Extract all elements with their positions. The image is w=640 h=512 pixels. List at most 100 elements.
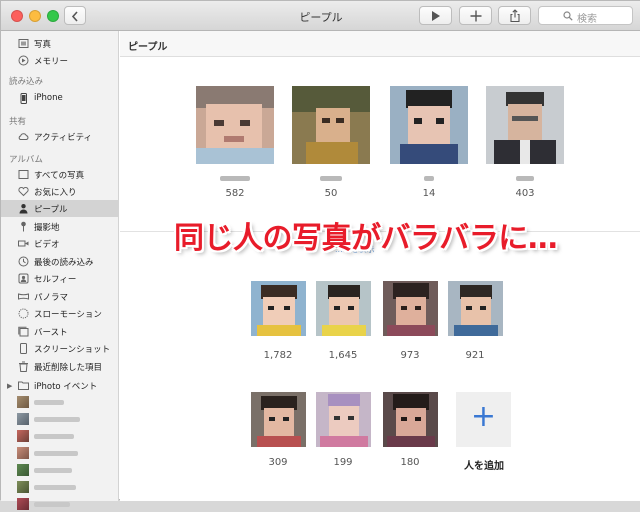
sidebar-item-iphoto-events[interactable]: ▶ iPhoto イベント bbox=[1, 377, 119, 394]
disclosure-triangle-icon[interactable]: ▶ bbox=[7, 382, 12, 390]
blurred-label bbox=[34, 400, 64, 405]
sidebar-item-iphone[interactable]: iPhone bbox=[1, 90, 119, 107]
event-album-row[interactable] bbox=[17, 480, 117, 495]
blurred-name bbox=[516, 176, 534, 181]
panorama-icon bbox=[18, 293, 29, 300]
blurred-name bbox=[424, 176, 434, 181]
clock-icon bbox=[18, 256, 29, 267]
share-button[interactable] bbox=[498, 6, 531, 25]
blurred-label bbox=[34, 468, 72, 473]
person-face-tile[interactable] bbox=[486, 86, 564, 164]
event-thumbnail bbox=[17, 430, 29, 442]
heart-icon bbox=[18, 186, 29, 197]
person-face-tile[interactable] bbox=[316, 281, 371, 336]
photos-window: ピープル 検索 写真 メモリー 読み込み iPhone 共有 アクティビティ ア… bbox=[0, 0, 640, 510]
person-face-tile[interactable] bbox=[251, 281, 306, 336]
sidebar-item-label: メモリー bbox=[34, 57, 69, 67]
event-album-row[interactable] bbox=[17, 446, 117, 461]
sidebar-item-label: ビデオ bbox=[34, 240, 60, 250]
blurred-label bbox=[34, 434, 74, 439]
sidebar-item-label: iPhoto イベント bbox=[34, 382, 98, 392]
annotation-caption: 同じ人の写真がバラバラに… bbox=[174, 221, 558, 256]
event-thumbnail bbox=[17, 413, 29, 425]
sidebar-item-videos[interactable]: ビデオ bbox=[1, 235, 119, 252]
sidebar-item-label: iPhone bbox=[34, 93, 63, 103]
search-icon bbox=[563, 11, 573, 21]
sidebar-item-selfies[interactable]: セルフィー bbox=[1, 270, 119, 287]
cloud-icon bbox=[18, 133, 29, 140]
photo-count: 50 bbox=[324, 188, 338, 199]
sidebar-item-label: 最後の読み込み bbox=[34, 258, 94, 268]
screenshot-icon bbox=[20, 343, 27, 354]
plus-icon: + bbox=[470, 399, 497, 434]
sidebar-item-label: ピープル bbox=[34, 205, 68, 215]
event-album-row[interactable] bbox=[17, 463, 117, 478]
sidebar-item-label: バースト bbox=[34, 328, 68, 338]
photo-count: 403 bbox=[515, 188, 535, 199]
pin-icon bbox=[21, 221, 26, 232]
event-album-row[interactable] bbox=[17, 497, 117, 512]
person-face-tile[interactable] bbox=[292, 86, 370, 164]
sidebar-item-bursts[interactable]: バースト bbox=[1, 323, 119, 340]
sidebar-item-last-import[interactable]: 最後の読み込み bbox=[1, 253, 119, 270]
sidebar-item-photos[interactable]: 写真 bbox=[1, 35, 119, 52]
event-album-row[interactable] bbox=[17, 395, 117, 410]
person-face-tile[interactable] bbox=[316, 392, 371, 447]
play-icon bbox=[431, 10, 440, 21]
sidebar-item-activity[interactable]: アクティビティ bbox=[1, 128, 119, 145]
event-thumbnail bbox=[17, 447, 29, 459]
blurred-name bbox=[320, 176, 342, 181]
person-face-tile[interactable] bbox=[251, 392, 306, 447]
search-field[interactable]: 検索 bbox=[538, 6, 633, 25]
add-button[interactable] bbox=[459, 6, 492, 25]
person-face-tile[interactable] bbox=[448, 281, 503, 336]
add-person-button[interactable]: + bbox=[456, 392, 511, 447]
sidebar-item-label: スクリーンショット bbox=[34, 345, 111, 355]
blurred-label bbox=[34, 417, 80, 422]
sidebar-item-slomo[interactable]: スローモーション bbox=[1, 305, 119, 322]
search-placeholder: 検索 bbox=[577, 14, 597, 25]
sidebar-item-panoramas[interactable]: パノラマ bbox=[1, 288, 119, 305]
add-person-label: 人を追加 bbox=[464, 461, 504, 472]
sidebar-section-albums: アルバム bbox=[9, 155, 43, 165]
content-header: ピープル bbox=[120, 31, 640, 57]
sidebar-item-recently-deleted[interactable]: 最近削除した項目 bbox=[1, 358, 119, 375]
person-face-tile[interactable] bbox=[390, 86, 468, 164]
blurred-label bbox=[34, 502, 70, 507]
sidebar-item-memories[interactable]: メモリー bbox=[1, 52, 119, 69]
photo-count: 180 bbox=[400, 457, 420, 468]
blurred-name bbox=[220, 176, 250, 181]
sidebar-item-favorites[interactable]: お気に入り bbox=[1, 183, 119, 200]
person-icon bbox=[19, 204, 28, 214]
page-title: ピープル bbox=[128, 42, 168, 53]
share-icon bbox=[509, 9, 520, 22]
blurred-label bbox=[34, 485, 76, 490]
person-face-tile[interactable] bbox=[196, 86, 274, 164]
sidebar-item-people[interactable]: ピープル bbox=[1, 200, 119, 217]
trash-icon bbox=[19, 361, 28, 372]
burst-icon bbox=[18, 326, 29, 337]
sidebar-item-label: セルフィー bbox=[34, 275, 77, 285]
event-album-row[interactable] bbox=[17, 412, 117, 427]
sidebar: 写真 メモリー 読み込み iPhone 共有 アクティビティ アルバム すべての… bbox=[1, 31, 119, 510]
sidebar-item-label: お気に入り bbox=[34, 188, 77, 198]
sidebar-item-label: 写真 bbox=[34, 40, 52, 50]
event-album-row[interactable] bbox=[17, 429, 117, 444]
sidebar-item-label: すべての写真 bbox=[34, 171, 85, 181]
person-face-tile[interactable] bbox=[383, 392, 438, 447]
event-thumbnail bbox=[17, 396, 29, 408]
sidebar-item-label: 最近削除した項目 bbox=[34, 363, 103, 373]
person-face-tile[interactable] bbox=[383, 281, 438, 336]
all-photos-icon bbox=[18, 170, 29, 179]
sidebar-item-all-photos[interactable]: すべての写真 bbox=[1, 166, 119, 183]
photo-count: 921 bbox=[465, 350, 485, 361]
sidebar-item-screenshots[interactable]: スクリーンショット bbox=[1, 340, 119, 357]
sidebar-section-shared: 共有 bbox=[9, 117, 27, 127]
video-icon bbox=[18, 240, 29, 247]
folder-icon bbox=[18, 381, 29, 390]
photos-icon bbox=[18, 39, 29, 48]
sidebar-item-places[interactable]: 撮影地 bbox=[1, 218, 119, 235]
memories-icon bbox=[18, 55, 29, 66]
sidebar-item-label: スローモーション bbox=[34, 310, 102, 320]
slideshow-button[interactable] bbox=[419, 6, 452, 25]
